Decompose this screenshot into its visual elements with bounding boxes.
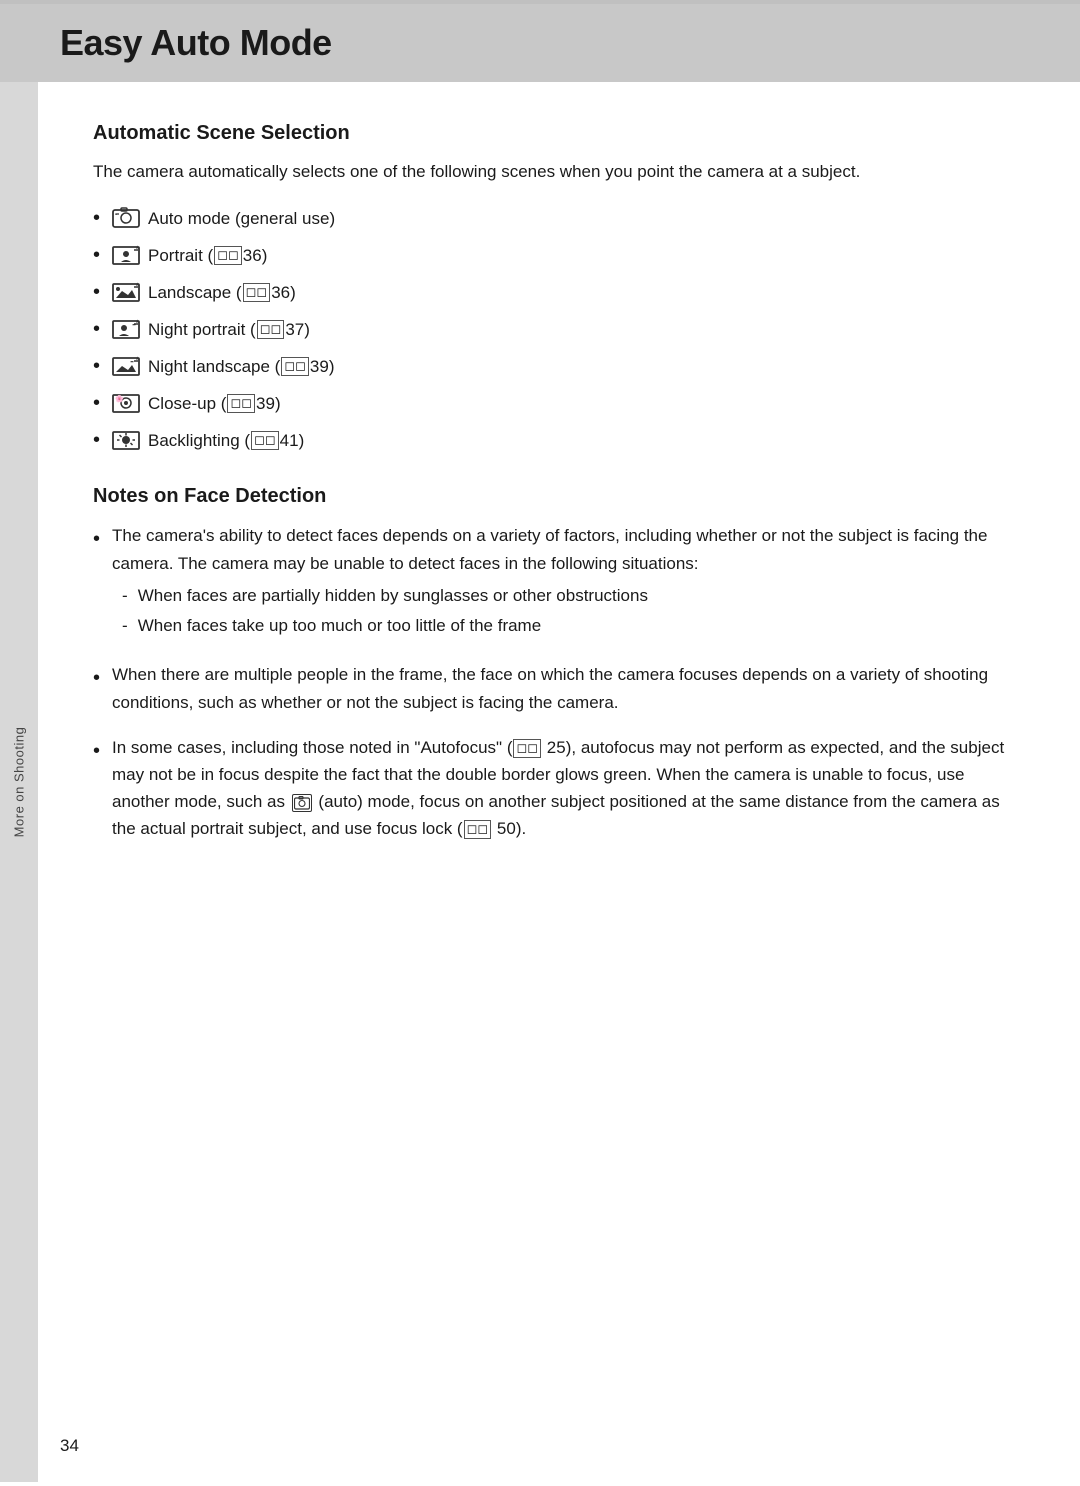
night-landscape-ref: ◻◻ xyxy=(281,357,309,376)
sub-list-item: When faces take up too much or too littl… xyxy=(122,613,1020,639)
list-item: 🌸 Close-up (◻◻ 39) xyxy=(93,388,1020,418)
focus-lock-ref-icon: ◻◻ xyxy=(464,820,492,839)
night-landscape-icon: ★ xyxy=(112,355,140,377)
list-item: In some cases, including those noted in … xyxy=(93,734,1020,843)
face-detect-text-2: When there are multiple people in the fr… xyxy=(112,661,1020,715)
backlighting-page: 41) xyxy=(280,428,305,454)
closeup-icon: 🌸 xyxy=(112,392,140,414)
closeup-ref: ◻◻ xyxy=(227,394,255,413)
landscape-page: 36) xyxy=(271,280,296,306)
landscape-ref: ◻◻ xyxy=(243,283,271,302)
backlighting-ref: ◻◻ xyxy=(251,431,279,450)
header-bar: Easy Auto Mode xyxy=(0,4,1080,82)
closeup-label: Close-up ( xyxy=(148,391,226,417)
list-item: Auto mode (general use) xyxy=(93,203,1020,233)
list-item: When there are multiple people in the fr… xyxy=(93,661,1020,715)
portrait-page: 36) xyxy=(243,243,268,269)
list-item: The camera's ability to detect faces dep… xyxy=(93,522,1020,643)
face-detection-list: The camera's ability to detect faces dep… xyxy=(93,522,1020,842)
auto-mode-label: Auto mode (general use) xyxy=(148,206,335,232)
landscape-label: Landscape ( xyxy=(148,280,242,306)
automatic-scene-title: Automatic Scene Selection xyxy=(93,122,1020,145)
backlighting-label: Backlighting ( xyxy=(148,428,250,454)
list-item: ★ Night portrait (◻◻ 37) xyxy=(93,314,1020,344)
svg-text:★: ★ xyxy=(135,282,140,288)
portrait-label: Portrait ( xyxy=(148,243,213,269)
face-detection-section: Notes on Face Detection The camera's abi… xyxy=(93,485,1020,842)
main-content: Automatic Scene Selection The camera aut… xyxy=(38,82,1080,1482)
intro-text: The camera automatically selects one of … xyxy=(93,159,1020,185)
svg-text:🌸: 🌸 xyxy=(115,394,124,403)
autofocus-ref-icon: ◻◻ xyxy=(513,739,541,758)
automatic-scene-section: Automatic Scene Selection The camera aut… xyxy=(93,122,1020,455)
face-detect-text-1: The camera's ability to detect faces dep… xyxy=(112,522,1020,576)
night-portrait-ref: ◻◻ xyxy=(257,320,285,339)
sidebar-label: More on Shooting xyxy=(12,727,27,838)
scene-list: Auto mode (general use) ★ Portrait (◻◻ 3… xyxy=(93,203,1020,455)
sub-item-text: When faces are partially hidden by sungl… xyxy=(138,583,648,609)
face-detect-item-1: The camera's ability to detect faces dep… xyxy=(112,522,1020,643)
night-landscape-page: 39) xyxy=(310,354,335,380)
night-landscape-label: Night landscape ( xyxy=(148,354,280,380)
portrait-icon: ★ xyxy=(112,244,140,266)
portrait-ref: ◻◻ xyxy=(214,246,242,265)
auto-mode-icon xyxy=(112,207,140,229)
night-portrait-icon: ★ xyxy=(112,318,140,340)
list-item: ★ Night landscape (◻◻ 39) xyxy=(93,351,1020,381)
sidebar: More on Shooting xyxy=(0,82,38,1482)
list-item: ★ Landscape (◻◻ 36) xyxy=(93,277,1020,307)
sub-item-text: When faces take up too much or too littl… xyxy=(138,613,541,639)
face-detection-title: Notes on Face Detection xyxy=(93,485,1020,508)
sub-list-item: When faces are partially hidden by sungl… xyxy=(122,583,1020,609)
list-item: Backlighting (◻◻ 41) xyxy=(93,425,1020,455)
svg-text:★: ★ xyxy=(135,319,140,325)
svg-text:★: ★ xyxy=(135,356,140,362)
page: Easy Auto Mode More on Shooting Automati… xyxy=(0,0,1080,1486)
page-number: 34 xyxy=(60,1436,79,1456)
face-detect-sublist: When faces are partially hidden by sungl… xyxy=(112,583,1020,640)
face-detect-text-3: In some cases, including those noted in … xyxy=(112,734,1020,843)
night-portrait-label: Night portrait ( xyxy=(148,317,256,343)
backlighting-icon xyxy=(112,429,140,451)
landscape-icon: ★ xyxy=(112,281,140,303)
page-title: Easy Auto Mode xyxy=(60,22,1020,64)
list-item: ★ Portrait (◻◻ 36) xyxy=(93,240,1020,270)
night-portrait-page: 37) xyxy=(285,317,310,343)
content-area: More on Shooting Automatic Scene Selecti… xyxy=(0,82,1080,1482)
closeup-page: 39) xyxy=(256,391,281,417)
svg-text:★: ★ xyxy=(135,245,140,251)
camera-inline-icon xyxy=(292,794,312,812)
